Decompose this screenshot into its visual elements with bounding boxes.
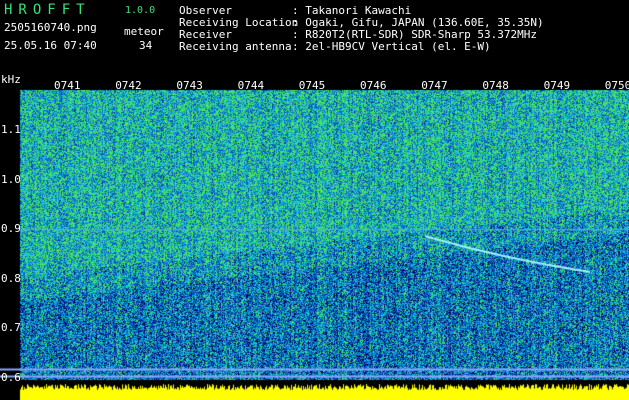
y-tick-label: 0.9 bbox=[1, 222, 21, 236]
meteor-count: 34 bbox=[139, 39, 153, 52]
spectrogram-canvas bbox=[0, 76, 629, 400]
x-tick-label: 0744 bbox=[237, 79, 265, 92]
x-tick-label: 0741 bbox=[54, 79, 81, 92]
y-tick-label: 1.0 bbox=[1, 172, 21, 186]
x-tick-label: 0745 bbox=[298, 79, 326, 92]
y-tick-label: 1.1 bbox=[1, 123, 21, 136]
y-tick-label: 0.8 bbox=[1, 271, 21, 285]
x-tick-label: 0742 bbox=[115, 79, 142, 92]
app-version: 1.0.0 bbox=[125, 5, 156, 16]
y-axis-unit: kHz bbox=[1, 73, 21, 86]
x-tick-label: 0748 bbox=[482, 79, 509, 92]
capture-datetime: 25.05.16 07:40 bbox=[4, 39, 97, 52]
x-tick-label: 0747 bbox=[421, 79, 448, 92]
x-tick-label: 0749 bbox=[543, 79, 571, 92]
antenna-label: Receiving antenna bbox=[179, 40, 292, 53]
y-tick-label: 0.6 bbox=[1, 371, 21, 384]
antenna-value: : 2el-HB9CV Vertical (el. E-W) bbox=[292, 40, 491, 53]
x-tick-label: 0743 bbox=[176, 79, 203, 92]
x-tick-label: 0750 bbox=[604, 79, 629, 92]
app-logo: HROFFT bbox=[4, 2, 91, 18]
file-name: 2505160740.png bbox=[4, 21, 97, 34]
header-panel: HROFFT 1.0.0 2505160740.png 25.05.16 07:… bbox=[0, 0, 629, 76]
x-tick-label: 0746 bbox=[360, 79, 387, 92]
y-tick-label: 0.7 bbox=[1, 321, 21, 335]
meteor-label: meteor bbox=[124, 25, 164, 38]
